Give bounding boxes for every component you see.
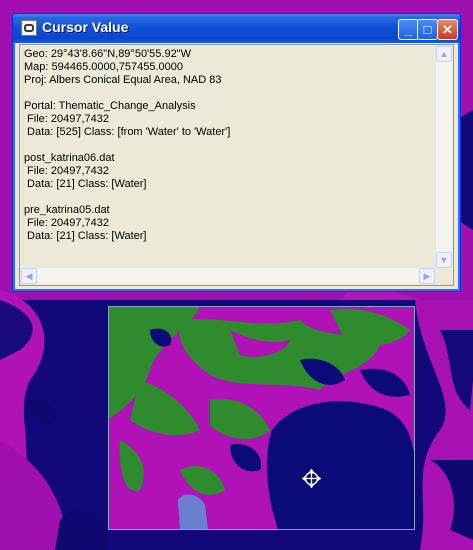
scroll-up-icon[interactable]: ▲ — [436, 46, 452, 62]
maximize-button[interactable]: □ — [417, 19, 438, 40]
scroll-right-icon[interactable]: ▶ — [419, 268, 435, 284]
scroll-down-icon[interactable]: ▼ — [436, 252, 452, 268]
geo-line: Geo: 29°43'8.66"N,89°50'55.92"W — [24, 48, 191, 60]
proj-line: Proj: Albers Conical Equal Area, NAD 83 — [24, 74, 222, 86]
post-katrina-data: Data: [21] Class: [Water] — [24, 178, 147, 190]
vertical-scrollbar[interactable]: ▲ ▼ — [436, 46, 452, 268]
window-title: Cursor Value — [42, 19, 129, 35]
close-button[interactable]: ✕ — [437, 19, 458, 40]
map-line: Map: 594465.0000,757455.0000 — [24, 61, 184, 73]
pre-katrina-file: File: 20497,7432 — [24, 217, 110, 229]
scroll-left-icon[interactable]: ◀ — [21, 268, 37, 284]
analysis-region-frame[interactable] — [108, 306, 415, 530]
cursor-info-text[interactable]: Geo: 29°43'8.66"N,89°50'55.92"W Map: 594… — [21, 46, 435, 268]
portal-file-line: File: 20497,7432 — [24, 113, 110, 125]
app-icon — [21, 20, 37, 36]
scrollbar-corner — [436, 268, 452, 284]
cursor-value-window[interactable]: Cursor Value _ □ ✕ Geo: 29°43'8.66"N,89°… — [12, 13, 461, 292]
pre-katrina-data: Data: [21] Class: [Water] — [24, 230, 147, 242]
move-crosshair-icon — [302, 469, 321, 488]
pre-katrina-name: pre_katrina05.dat — [24, 204, 110, 216]
minimize-button[interactable]: _ — [398, 19, 419, 40]
cursor-info-panel: Geo: 29°43'8.66"N,89°50'55.92"W Map: 594… — [19, 44, 454, 286]
portal-data-line: Data: [525] Class: [from 'Water' to 'Wat… — [24, 126, 231, 138]
post-katrina-name: post_katrina06.dat — [24, 152, 115, 164]
horizontal-scrollbar[interactable]: ◀ ▶ — [21, 268, 435, 284]
portal-line: Portal: Thematic_Change_Analysis — [24, 100, 196, 112]
post-katrina-file: File: 20497,7432 — [24, 165, 110, 177]
title-bar[interactable]: Cursor Value _ □ ✕ — [13, 14, 460, 43]
